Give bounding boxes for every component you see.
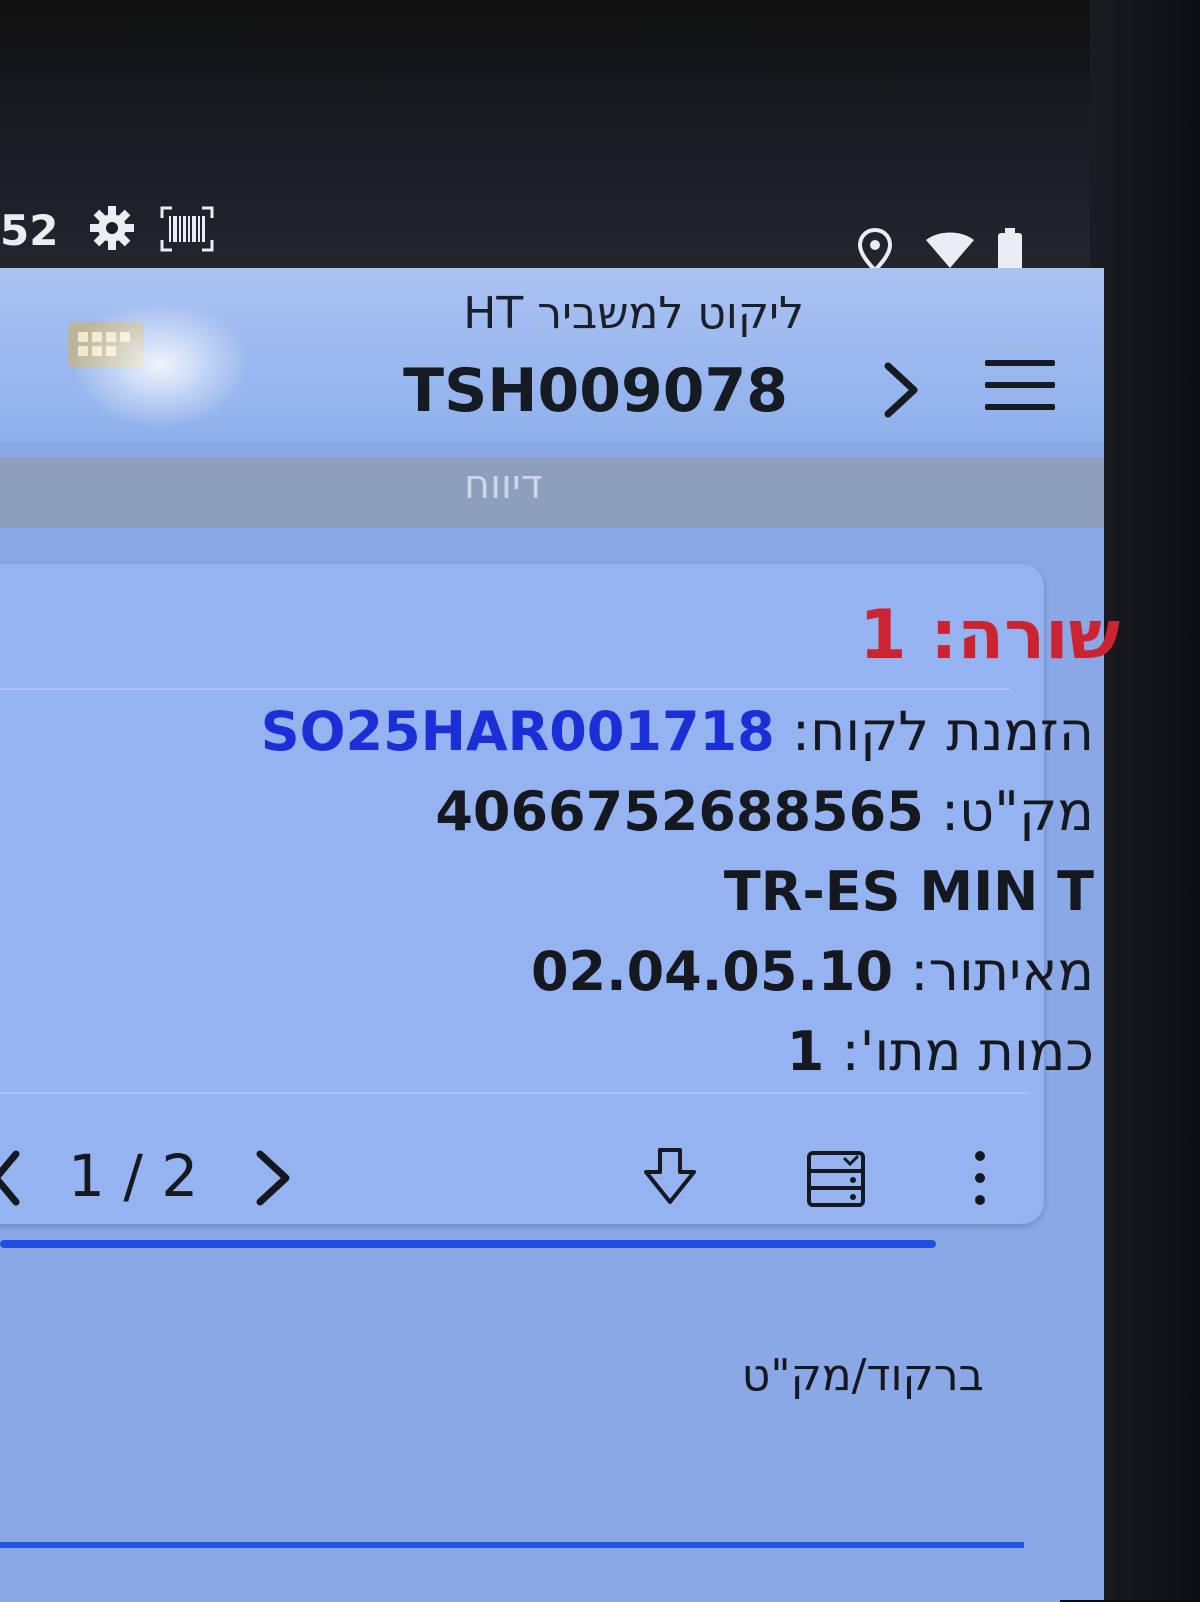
actions-divider xyxy=(0,1092,1030,1094)
quantity-field: כמות מתו': 1 xyxy=(787,1020,1094,1083)
storage-icon[interactable] xyxy=(806,1150,866,1208)
customer-order-value: SO25HAR001718 xyxy=(260,700,775,763)
chevron-left-icon[interactable] xyxy=(0,1148,20,1208)
chevron-right-icon[interactable] xyxy=(882,360,922,420)
device-bezel-right xyxy=(1090,0,1200,1600)
sku-field: מק"ט: 4066752688565 xyxy=(435,780,1094,843)
row-divider xyxy=(0,688,1010,690)
item-description-text: TR-ES MIN T xyxy=(723,860,1094,923)
row-number: שורה: 1 xyxy=(859,596,1120,675)
location-icon xyxy=(858,228,892,272)
customer-order-field: הזמנת לקוח: SO25HAR001718 xyxy=(261,700,1094,763)
sku-value: 4066752688565 xyxy=(435,780,924,843)
location-label: מאיתור: xyxy=(910,940,1094,1003)
barcode-icon xyxy=(160,206,214,252)
quantity-label: כמות מתו': xyxy=(841,1020,1094,1083)
item-description: TR-ES MIN T xyxy=(724,860,1094,923)
download-icon[interactable] xyxy=(640,1146,700,1206)
barcode-input[interactable] xyxy=(0,1400,1024,1548)
quantity-value: 1 xyxy=(786,1020,825,1083)
location-field: מאיתור: 02.04.05.10 xyxy=(531,940,1094,1003)
sku-label: מק"ט: xyxy=(940,780,1094,843)
barcode-field-label: ברקוד/מק"ט xyxy=(741,1350,984,1401)
gear-icon xyxy=(90,206,134,250)
location-value: 02.04.05.10 xyxy=(530,940,894,1003)
scanner-logo-icon xyxy=(68,322,144,368)
menu-icon[interactable] xyxy=(985,360,1055,410)
progress-line xyxy=(0,1240,936,1248)
document-number: TSH009078 xyxy=(403,356,788,426)
status-bar: 52 xyxy=(0,200,1090,273)
pager-indicator: 1 / 2 xyxy=(68,1142,199,1210)
report-tab-label: דיווח xyxy=(464,462,543,508)
more-vertical-icon[interactable] xyxy=(970,1150,990,1206)
app-subtitle: ליקוט למשביר HT xyxy=(463,288,804,339)
app-bar: ליקוט למשביר HT TSH009078 xyxy=(0,268,1104,442)
customer-order-label: הזמנת לקוח: xyxy=(791,700,1094,763)
status-time: 52 xyxy=(0,206,59,255)
wifi-icon xyxy=(926,232,974,268)
chevron-right-icon[interactable] xyxy=(254,1148,294,1208)
report-tab[interactable]: דיווח xyxy=(0,458,1104,528)
